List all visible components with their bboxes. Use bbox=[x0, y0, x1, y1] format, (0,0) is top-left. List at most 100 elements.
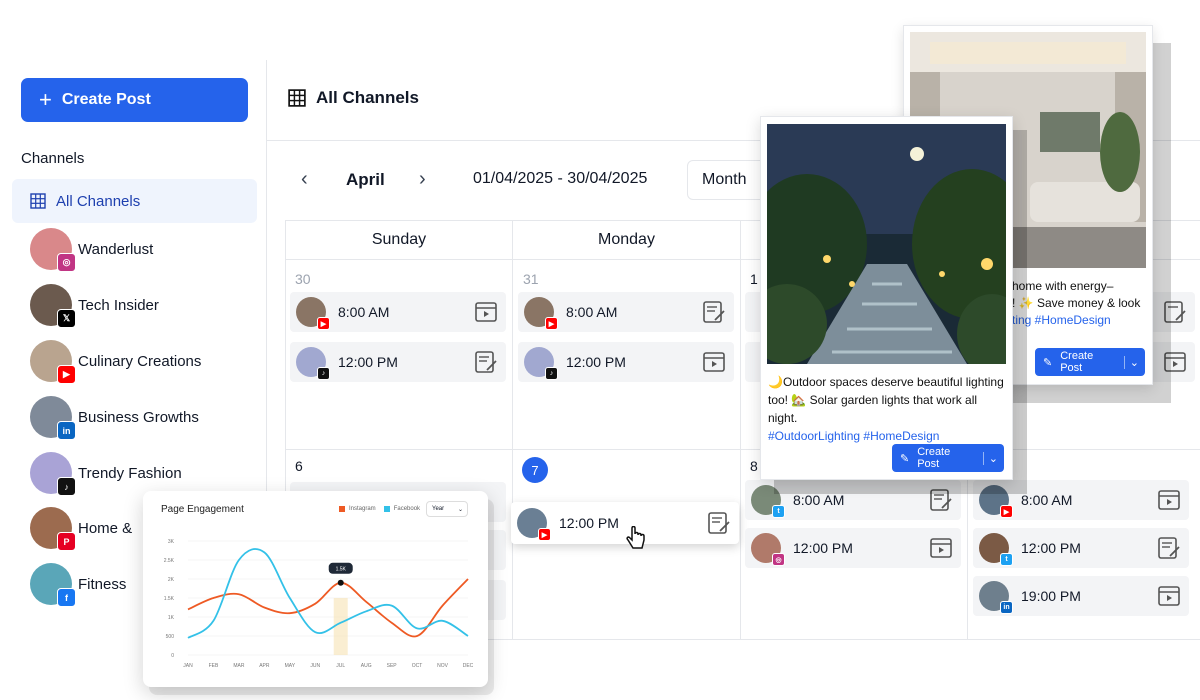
hashtags: #OutdoorLighting #HomeDesign bbox=[768, 429, 940, 443]
x-tick-label: JUL bbox=[336, 663, 345, 669]
tiktok-icon: ♪ bbox=[317, 367, 330, 380]
youtube-icon: ▶ bbox=[1000, 505, 1013, 518]
create-post-label: Create Post bbox=[61, 91, 151, 108]
caption-line: home with energy– bbox=[1012, 279, 1114, 293]
note-icon bbox=[1158, 537, 1180, 559]
date-range: 01/04/2025 - 30/04/2025 bbox=[473, 170, 648, 187]
page-title-text: All Channels bbox=[316, 88, 419, 107]
channel-name: Trendy Fashion bbox=[78, 464, 182, 482]
calendar-event[interactable] bbox=[1150, 342, 1195, 382]
x-tick-label: AUG bbox=[361, 663, 372, 669]
calendar-event[interactable]: ♪ 12:00 PM bbox=[290, 342, 506, 382]
calendar-event[interactable]: t 12:00 PM bbox=[973, 528, 1189, 568]
avatar: ♪ bbox=[524, 347, 558, 380]
x-tick-label: JAN bbox=[183, 663, 193, 669]
chevron-left-icon[interactable]: ‹ bbox=[301, 168, 308, 191]
note-icon bbox=[703, 301, 725, 323]
post-caption: 🌙Outdoor spaces deserve beautiful lighti… bbox=[768, 373, 1008, 445]
sidebar-channel-tech-insider[interactable]: 𝕏 Tech Insider bbox=[30, 283, 270, 328]
avatar: ▶ bbox=[517, 508, 551, 541]
channel-name: Tech Insider bbox=[78, 296, 159, 314]
page-engagement-card: Page Engagement Instagram Facebook Year … bbox=[143, 491, 488, 687]
event-time: 12:00 PM bbox=[793, 540, 853, 556]
y-tick-label: 2.5K bbox=[164, 558, 175, 564]
x-tick-label: NOV bbox=[437, 663, 449, 669]
avatar: ▶ bbox=[979, 485, 1013, 518]
channel-name: Wanderlust bbox=[78, 240, 154, 258]
channel-name: Fitness bbox=[78, 575, 127, 593]
y-tick-label: 2K bbox=[168, 577, 175, 583]
day-number: 6 bbox=[295, 458, 303, 474]
calendar-event[interactable]: ◎ 12:00 PM bbox=[745, 528, 961, 568]
tiktok-icon: ♪ bbox=[545, 367, 558, 380]
day-number: 30 bbox=[295, 271, 311, 287]
event-time: 8:00 AM bbox=[566, 304, 618, 320]
avatar: in bbox=[30, 396, 76, 440]
edit-icon: ✎ bbox=[1043, 356, 1053, 369]
calendar-event[interactable] bbox=[1150, 292, 1195, 332]
engagement-chart: 0 500 1K 1.5K 2K 2.5K 3K JAN FEB MAR APR MAY JUN JUL A… bbox=[164, 539, 474, 669]
calendar-event[interactable]: ▶ 8:00 AM bbox=[290, 292, 506, 332]
facebook-icon: f bbox=[57, 588, 76, 607]
button-label: Create Post bbox=[1060, 350, 1094, 374]
avatar: in bbox=[979, 581, 1013, 614]
avatar: ♪ bbox=[296, 347, 330, 380]
youtube-icon: ▶ bbox=[57, 365, 76, 384]
instagram-icon: ◎ bbox=[772, 553, 785, 566]
note-icon bbox=[475, 351, 497, 373]
sidebar-channel-business[interactable]: in Business Growths bbox=[30, 395, 270, 440]
sidebar-channel-wanderlust[interactable]: ◎ Wanderlust bbox=[30, 227, 270, 272]
avatar: ▶ bbox=[30, 340, 76, 384]
month-label: April bbox=[346, 170, 385, 189]
avatar: ◎ bbox=[30, 228, 76, 272]
event-time: 12:00 PM bbox=[566, 354, 626, 370]
video-icon bbox=[703, 352, 725, 372]
event-time: 8:00 AM bbox=[1021, 492, 1073, 508]
x-icon: 𝕏 bbox=[57, 309, 76, 328]
grid-icon bbox=[288, 89, 306, 107]
tooltip-text: 1.5K bbox=[336, 566, 347, 572]
calendar-event[interactable]: ♪ 12:00 PM bbox=[518, 342, 734, 382]
event-time: 12:00 PM bbox=[559, 515, 619, 531]
y-tick-label: 1K bbox=[168, 615, 175, 621]
x-tick-label: OCT bbox=[412, 663, 423, 669]
edit-icon: ✎ bbox=[900, 452, 910, 465]
sidebar-item-all-channels[interactable]: All Channels bbox=[12, 179, 257, 223]
create-post-button-small[interactable]: ✎ Create Post ⌄ bbox=[1035, 348, 1145, 376]
avatar: t bbox=[751, 485, 785, 518]
twitter-icon: t bbox=[772, 505, 785, 518]
channels-heading: Channels bbox=[21, 150, 85, 167]
avatar: ◎ bbox=[751, 533, 785, 566]
youtube-icon: ▶ bbox=[545, 317, 558, 330]
channel-name: Home & bbox=[78, 519, 133, 537]
garden-path-image bbox=[767, 124, 1006, 364]
calendar-event[interactable]: ▶ 8:00 AM bbox=[518, 292, 734, 332]
calendar-event[interactable]: t 8:00 AM bbox=[745, 480, 961, 520]
calendar-event[interactable]: in 19:00 PM bbox=[973, 576, 1189, 616]
linkedin-icon: in bbox=[1000, 601, 1013, 614]
youtube-icon: ▶ bbox=[538, 528, 551, 541]
avatar: t bbox=[979, 533, 1013, 566]
post-caption: home with energy– ! ✨ Save money & look … bbox=[1012, 278, 1147, 329]
chevron-down-icon[interactable]: ⌄ bbox=[1123, 355, 1139, 369]
hashtags: ting #HomeDesign bbox=[1012, 313, 1111, 327]
chevron-down-icon[interactable]: ⌄ bbox=[982, 451, 998, 465]
view-select[interactable]: Month bbox=[687, 160, 767, 200]
calendar-event[interactable]: ▶ 8:00 AM bbox=[973, 480, 1189, 520]
note-icon bbox=[1164, 301, 1186, 323]
event-time: 12:00 PM bbox=[1021, 540, 1081, 556]
x-tick-label: APR bbox=[259, 663, 270, 669]
divider bbox=[285, 449, 1200, 450]
chevron-right-icon[interactable]: › bbox=[419, 168, 426, 191]
page-title: All Channels bbox=[288, 88, 419, 108]
create-post-button-small[interactable]: ✎ Create Post ⌄ bbox=[892, 444, 1004, 472]
highlight-band bbox=[333, 598, 348, 655]
today-marker[interactable]: 7 bbox=[522, 457, 548, 483]
y-tick-label: 1.5K bbox=[164, 596, 175, 602]
twitter-icon: t bbox=[1000, 553, 1013, 566]
sidebar-channel-culinary[interactable]: ▶ Culinary Creations bbox=[30, 339, 270, 384]
create-post-button[interactable]: + Create Post bbox=[21, 78, 248, 122]
event-time: 8:00 AM bbox=[338, 304, 390, 320]
avatar: 𝕏 bbox=[30, 284, 76, 328]
sidebar-channel-fashion[interactable]: ♪ Trendy Fashion bbox=[30, 451, 270, 496]
